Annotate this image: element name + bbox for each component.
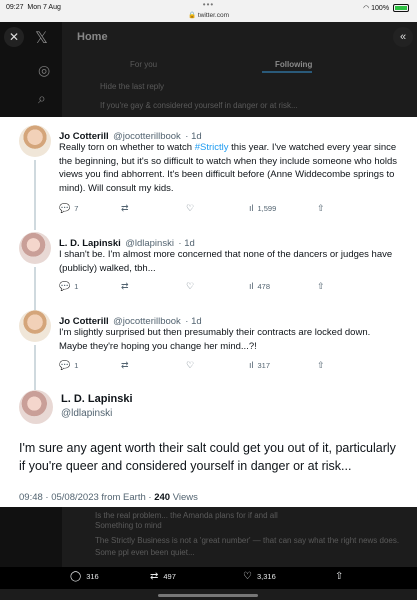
lock-icon: 🔒 — [188, 12, 197, 19]
tab-dots[interactable]: ••• — [0, 0, 417, 9]
main-tweet-meta: 09:48 · 05/08/2023 from Earth · 240 View… — [19, 492, 198, 503]
bar-chart-icon: ıl — [249, 281, 254, 291]
reply-icon: 💬 — [59, 203, 71, 213]
tab-indicator — [262, 71, 312, 73]
thread-line — [34, 345, 36, 390]
main-tweet-timestamp[interactable]: 09:48 · 05/08/2023 from Earth · — [19, 492, 152, 503]
collapse-button[interactable]: « — [393, 27, 413, 47]
views-button[interactable]: ıl 1,599 — [249, 203, 276, 213]
avatar-jo-cotterill[interactable] — [19, 310, 51, 342]
bar-chart-icon: ıl — [249, 360, 254, 370]
reply-button[interactable]: 💬 7 — [59, 203, 78, 214]
main-tweet-text: I'm sure any agent worth their salt coul… — [19, 441, 396, 473]
retweet-icon: ⇄ — [121, 281, 129, 291]
avatar-ld-lapinski[interactable] — [19, 390, 53, 424]
thread-card: Jo Cotterill @jocotterillbook · 1d Reall… — [0, 117, 417, 507]
share-button[interactable]: ⇧ — [317, 360, 329, 371]
tweet-actions: 💬 1 ⇄ ♡ ıl 478 ⇧ — [59, 281, 339, 293]
hashtag-link[interactable]: #Strictly — [195, 142, 229, 153]
bg-hint-1: Hide the last reply — [100, 82, 165, 91]
bottom-share-button[interactable]: ⇧ — [335, 571, 348, 582]
battery-percent: 100% — [371, 5, 390, 12]
retweet-button[interactable]: ⇄ — [121, 281, 133, 292]
tweet-actions: 💬 1 ⇄ ♡ ıl 317 ⇧ — [59, 360, 339, 372]
bg-bottom-1: Is the real problem... the Amanda plans … — [95, 511, 278, 520]
x-logo-icon[interactable]: 𝕏 — [35, 28, 48, 48]
tab-for-you[interactable]: For you — [130, 60, 157, 69]
tweet-text: I shan't be. I'm almost more concerned t… — [59, 249, 393, 274]
views-button[interactable]: ıl 478 — [249, 281, 270, 291]
double-chevron-left-icon: « — [399, 31, 407, 43]
url-text: twitter.com — [197, 12, 229, 19]
bg-bottom-3: The Strictly Business is not a 'great nu… — [95, 536, 400, 545]
thread-line — [34, 160, 36, 230]
heart-icon: ♡ — [186, 281, 195, 291]
heart-icon: ♡ — [186, 360, 195, 370]
tweet-text: I'm slightly surprised but then presumab… — [59, 327, 371, 352]
reply-icon: 💬 — [59, 360, 71, 370]
reply-button[interactable]: 💬 1 — [59, 360, 78, 371]
bg-bottom-2: Something to mind — [95, 521, 162, 530]
main-tweet-author-name[interactable]: L. D. Lapinski — [61, 393, 133, 405]
avatar-jo-cotterill[interactable] — [19, 125, 51, 157]
bottom-reply-button[interactable]: ◯ 316 — [70, 571, 99, 582]
search-icon[interactable]: ⌕ — [38, 90, 46, 107]
avatar-ld-lapinski[interactable] — [19, 232, 51, 264]
tweet-actions: 💬 7 ⇄ ♡ ıl 1,599 ⇧ — [59, 203, 339, 215]
heart-icon: ♡ — [243, 571, 252, 582]
share-icon: ⇧ — [335, 571, 344, 582]
wifi-icon: ◠ — [363, 5, 370, 12]
home-indicator — [158, 594, 258, 597]
bottom-action-bar: ◯ 316 ⇄ 497 ♡ 3,316 ⇧ — [0, 567, 417, 589]
tweet-text: Really torn on whether to watch #Strictl… — [59, 142, 398, 194]
retweet-icon: ⇄ — [150, 571, 159, 582]
share-button[interactable]: ⇧ — [317, 203, 329, 214]
share-icon: ⇧ — [317, 203, 325, 213]
status-bar: 09:27 Mon 7 Aug ••• 🔒 twitter.com ◠ 100% — [0, 0, 417, 22]
bg-bottom-4: Some ppl even been quiet... — [95, 548, 195, 557]
heart-icon: ♡ — [186, 203, 195, 213]
bar-chart-icon: ıl — [249, 203, 254, 213]
retweet-icon: ⇄ — [121, 360, 129, 370]
battery-icon — [393, 4, 409, 13]
main-tweet-views-label: Views — [172, 492, 198, 503]
reply-icon: ◯ — [70, 571, 82, 582]
retweet-button[interactable]: ⇄ — [121, 360, 133, 371]
home-title: Home — [77, 31, 108, 43]
retweet-button[interactable]: ⇄ — [121, 203, 133, 214]
bg-hint-2: If you're gay & considered yourself in d… — [100, 101, 298, 110]
bottom-like-button[interactable]: ♡ 3,316 — [243, 571, 276, 582]
reply-button[interactable]: 💬 1 — [59, 281, 78, 292]
tab-following[interactable]: Following — [275, 60, 312, 69]
close-icon: ✕ — [8, 30, 20, 44]
thread-line — [34, 267, 36, 312]
bell-icon[interactable]: ◎ — [38, 62, 50, 79]
url-bar[interactable]: 🔒 twitter.com — [0, 11, 417, 19]
main-tweet-views-count: 240 — [154, 492, 171, 503]
like-button[interactable]: ♡ — [186, 203, 198, 214]
like-button[interactable]: ♡ — [186, 281, 198, 292]
like-button[interactable]: ♡ — [186, 360, 198, 371]
views-button[interactable]: ıl 317 — [249, 360, 270, 370]
share-icon: ⇧ — [317, 360, 325, 370]
share-button[interactable]: ⇧ — [317, 281, 329, 292]
share-icon: ⇧ — [317, 281, 325, 291]
close-button[interactable]: ✕ — [4, 27, 24, 47]
reply-icon: 💬 — [59, 281, 71, 291]
retweet-icon: ⇄ — [121, 203, 129, 213]
main-tweet-author-handle[interactable]: @ldlapinski — [61, 408, 112, 419]
bottom-retweet-button[interactable]: ⇄ 497 — [150, 571, 176, 582]
